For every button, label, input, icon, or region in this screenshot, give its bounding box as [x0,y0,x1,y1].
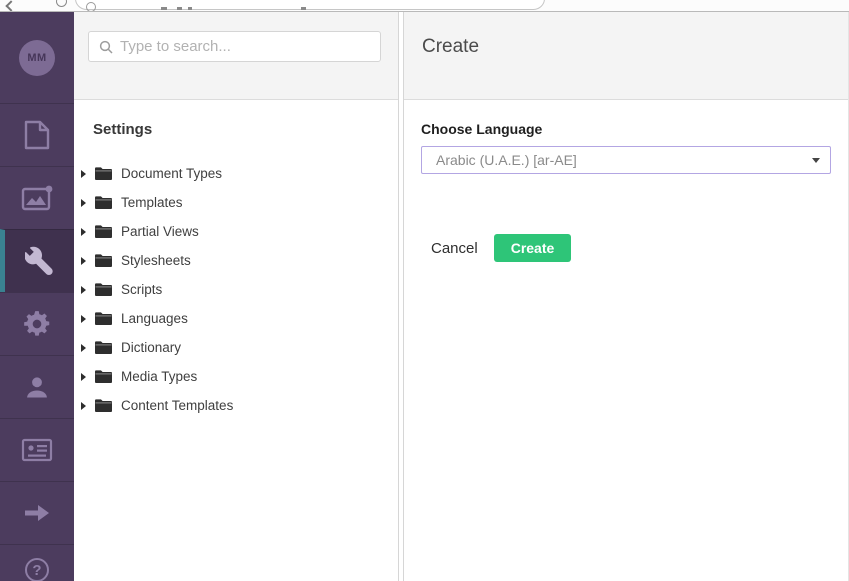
tree-item-label: Languages [121,311,188,326]
tree-item[interactable]: Dictionary [93,333,398,362]
tree-section-title: Settings [93,121,398,138]
tree-item[interactable]: Scripts [93,275,398,304]
site-info-icon[interactable] [86,2,96,12]
gear-icon [23,310,51,338]
caret-right-icon[interactable] [81,257,86,265]
tree-item[interactable]: Languages [93,304,398,333]
back-arrow-icon[interactable] [5,0,16,11]
folder-icon [95,196,112,209]
tree-item[interactable]: Media Types [93,362,398,391]
tree-item-label: Scripts [121,282,162,297]
wrench-icon [25,246,55,276]
sidebar-item-users[interactable] [0,355,74,418]
tree-item-label: Templates [121,195,183,210]
id-card-icon [21,437,53,463]
sidebar-item-members[interactable] [0,418,74,481]
choose-language-label: Choose Language [421,121,831,137]
caret-right-icon[interactable] [81,373,86,381]
arrow-right-icon [22,501,52,525]
editor-header: Create [404,12,848,100]
tree-item-label: Document Types [121,166,222,181]
document-icon [24,120,50,150]
tree-item-label: Media Types [121,369,197,384]
language-select-value: Arabic (U.A.E.) [ar-AE] [436,152,812,168]
sidebar-item-profile[interactable]: MM [0,12,74,103]
reload-icon[interactable] [56,0,67,7]
folder-icon [95,312,112,325]
user-icon [23,373,51,401]
editor-panel: Create Choose Language Arabic (U.A.E.) [… [403,12,849,581]
image-icon [21,185,53,211]
tree-header [74,12,398,100]
caret-right-icon[interactable] [81,199,86,207]
cancel-button[interactable]: Cancel [431,240,478,257]
folder-icon [95,370,112,383]
language-select[interactable]: Arabic (U.A.E.) [ar-AE] [421,146,831,174]
caret-right-icon[interactable] [81,402,86,410]
caret-right-icon[interactable] [81,228,86,236]
question-icon: ? [25,558,49,581]
tree-item[interactable]: Templates [93,188,398,217]
sidebar-item-settings[interactable] [0,229,74,292]
tree-item[interactable]: Partial Views [93,217,398,246]
tree-panel: Settings Document Types [74,12,399,581]
folder-icon [95,167,112,180]
tree-item-label: Partial Views [121,224,199,239]
tree-item[interactable]: Stylesheets [93,246,398,275]
folder-icon [95,225,112,238]
caret-right-icon[interactable] [81,315,86,323]
folder-icon [95,341,112,354]
browser-chrome-strip [0,0,849,12]
section-sidebar: MM [0,12,74,581]
address-bar[interactable] [75,0,545,10]
search-input[interactable] [120,38,380,55]
tree-item-label: Content Templates [121,398,233,413]
folder-icon [95,254,112,267]
folder-icon [95,399,112,412]
sidebar-item-translation[interactable] [0,481,74,544]
tree-item-label: Stylesheets [121,253,191,268]
sidebar-item-developer[interactable] [0,292,74,355]
chevron-down-icon [812,158,820,163]
search-icon [99,40,113,54]
page-title: Create [422,36,848,58]
avatar[interactable]: MM [19,40,55,76]
caret-right-icon[interactable] [81,286,86,294]
umbraco-backoffice: MM [0,12,849,581]
create-button[interactable]: Create [494,234,572,262]
tree-item[interactable]: Content Templates [93,391,398,420]
caret-right-icon[interactable] [81,170,86,178]
caret-right-icon[interactable] [81,344,86,352]
tree-list: Document Types Templates [93,159,398,420]
tree-item-label: Dictionary [121,340,181,355]
sidebar-item-content[interactable] [0,103,74,166]
tree-item[interactable]: Document Types [93,159,398,188]
folder-icon [95,283,112,296]
search-box[interactable] [88,31,381,62]
sidebar-item-help[interactable]: ? [0,544,74,581]
sidebar-item-media[interactable] [0,166,74,229]
